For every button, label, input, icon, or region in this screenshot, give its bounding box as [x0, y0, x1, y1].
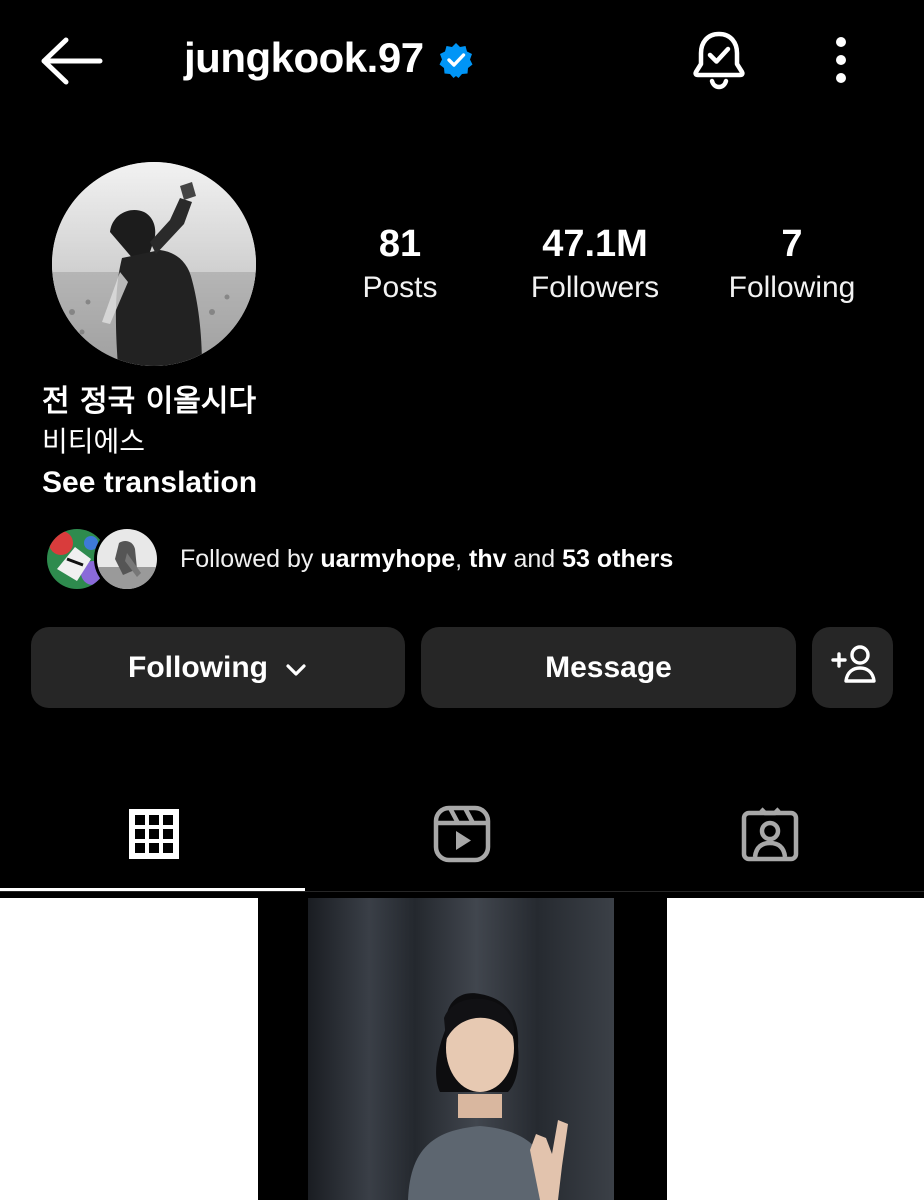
profile-avatar[interactable]	[52, 162, 256, 366]
tab-divider	[0, 891, 924, 892]
profile-username: jungkook.97	[184, 34, 474, 82]
top-bar: jungkook.97	[0, 0, 924, 120]
followers-label: Followers	[530, 271, 660, 304]
posts-count: 81	[378, 223, 422, 265]
mutual-followers-avatars[interactable]	[44, 526, 160, 592]
posts-stat[interactable]: 81 Posts	[340, 222, 460, 310]
followed-by-user-2[interactable]: thv	[469, 545, 507, 573]
followed-by-conjunction: and	[513, 545, 556, 573]
bio-text: 비티에스	[42, 425, 146, 458]
grid-icon	[127, 807, 181, 866]
suggested-accounts-button[interactable]	[812, 627, 893, 708]
following-label: Following	[728, 271, 856, 304]
message-button[interactable]: Message	[421, 627, 796, 708]
add-person-icon	[830, 644, 876, 692]
followed-by-prefix: Followed by	[180, 545, 314, 573]
followed-by-user-1[interactable]: uarmyhope	[320, 545, 455, 573]
tab-posts-grid[interactable]	[0, 780, 308, 892]
back-arrow-icon[interactable]	[38, 36, 106, 86]
reels-icon	[433, 805, 491, 868]
username-text: jungkook.97	[184, 34, 424, 81]
tab-reels[interactable]	[308, 780, 616, 892]
profile-tabs	[0, 780, 924, 892]
grid-post-2[interactable]	[258, 898, 667, 1200]
tab-tagged[interactable]	[616, 780, 924, 892]
chevron-down-icon	[284, 656, 308, 680]
see-translation-link[interactable]: See translation	[42, 466, 257, 500]
followers-count: 47.1M	[542, 223, 648, 265]
following-button[interactable]: Following	[31, 627, 405, 708]
bio-name: 전 정국 이올시다	[42, 384, 257, 419]
posts-label: Posts	[362, 271, 438, 304]
verified-badge-icon	[438, 40, 474, 78]
followed-by-text[interactable]: Followed by uarmyhope, thv and 53 others	[180, 545, 673, 574]
following-stat[interactable]: 7 Following	[712, 222, 872, 310]
following-count: 7	[781, 223, 803, 265]
followers-stat[interactable]: 47.1M Followers	[505, 222, 685, 310]
mutual-avatar-2	[94, 526, 160, 592]
following-button-label: Following	[128, 650, 268, 684]
grid-post-3[interactable]	[667, 898, 924, 1200]
notification-bell-icon[interactable]	[688, 28, 750, 90]
tagged-icon	[741, 805, 799, 868]
more-options-icon[interactable]	[818, 32, 864, 88]
message-button-label: Message	[545, 650, 672, 684]
grid-post-1[interactable]	[0, 898, 258, 1200]
followed-by-separator: ,	[455, 545, 463, 573]
followed-by-others[interactable]: 53 others	[562, 545, 673, 573]
